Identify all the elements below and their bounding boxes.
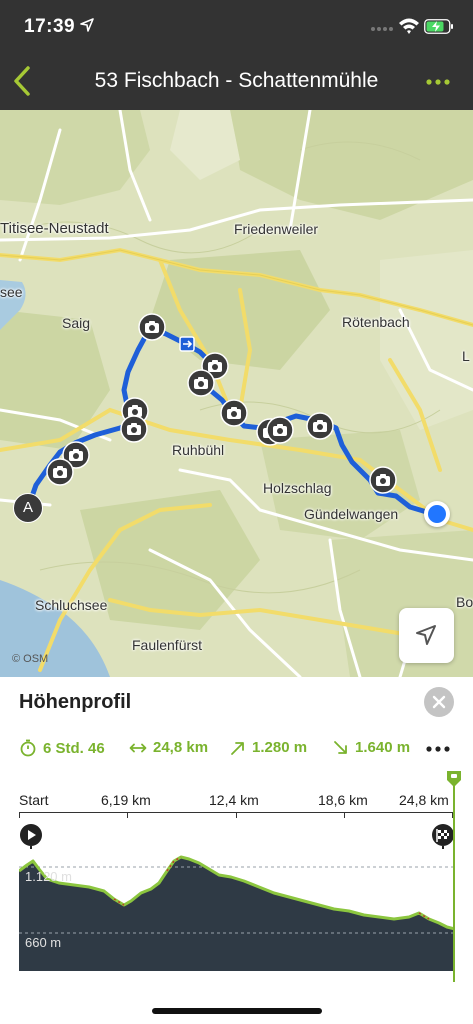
axis-tick	[127, 812, 128, 818]
place-label-saig: Saig	[62, 315, 91, 331]
direction-arrow-icon	[179, 336, 195, 352]
axis-tick	[19, 812, 20, 818]
screen: 17:39 53 Fischbach - Schattenmühle A Tit…	[0, 0, 473, 1024]
status-time: 17:39	[24, 16, 76, 37]
more-dots-icon[interactable]	[424, 739, 452, 759]
elevation-panel: Höhenprofil 6 Std. 46 24,8 km 1.280 m 1.…	[0, 677, 473, 1024]
axis-tick	[236, 812, 237, 818]
panel-title: Höhenprofil	[19, 691, 132, 713]
camera-icon[interactable]	[138, 313, 166, 341]
place-label-bo-edge: Bo	[456, 594, 473, 610]
camera-icon[interactable]	[46, 458, 74, 486]
stat-ascent-value: 1.280 m	[252, 739, 308, 756]
place-label-faulenfuerst: Faulenfürst	[132, 637, 203, 653]
close-button[interactable]	[424, 687, 454, 717]
camera-icon[interactable]	[187, 369, 215, 397]
elevation-chart	[19, 855, 455, 971]
status-bar: 17:39	[0, 0, 473, 52]
elevation-area	[19, 857, 455, 971]
camera-icon[interactable]	[120, 415, 148, 443]
axis-tick	[344, 812, 345, 818]
signal-icon	[371, 27, 393, 31]
home-indicator[interactable]	[152, 1008, 322, 1014]
close-icon	[432, 695, 446, 709]
stat-duration-value: 6 Std. 46	[43, 739, 105, 757]
elevation-lower-label: 660 m	[25, 935, 62, 950]
place-label-see: see	[0, 284, 23, 300]
place-label-holzschlag: Holzschlag	[263, 480, 332, 496]
route-start-marker[interactable]: A	[13, 493, 43, 523]
play-icon[interactable]	[19, 823, 43, 849]
axis-label: 12,4 km	[209, 792, 259, 808]
place-label-titisee: Titisee-Neustadt	[0, 220, 109, 237]
place-label-friedenweiler: Friedenweiler	[234, 221, 319, 237]
stopwatch-icon	[20, 739, 36, 757]
map-view[interactable]: A Titisee-Neustadt Friedenweiler see Sai…	[0, 110, 473, 677]
locate-button[interactable]	[399, 608, 454, 663]
camera-icon[interactable]	[369, 466, 397, 494]
battery-charging-icon	[424, 19, 453, 34]
route-start-label: A	[22, 499, 33, 516]
stat-ascent: 1.280 m	[230, 739, 307, 756]
distance-axis: Start 6,19 km 12,4 km 18,6 km 24,8 km	[19, 790, 455, 810]
place-label-schluchsee: Schluchsee	[35, 597, 108, 613]
camera-icon[interactable]	[306, 412, 334, 440]
current-position-dot	[424, 501, 450, 527]
axis-label: 18,6 km	[318, 792, 368, 808]
page-title: 53 Fischbach - Schattenmühle	[94, 69, 379, 92]
position-slider-line[interactable]	[453, 778, 455, 982]
place-label-ruhbuehl: Ruhbühl	[172, 442, 225, 458]
place-label-l-edge: L	[462, 348, 470, 364]
camera-icon[interactable]	[266, 416, 294, 444]
axis-label: 6,19 km	[101, 792, 151, 808]
elevation-upper-label: 1.120 m	[25, 869, 72, 884]
axis-label: Start	[19, 792, 49, 808]
finish-flag-icon[interactable]	[431, 823, 455, 849]
camera-icon[interactable]	[220, 399, 248, 427]
wifi-icon	[399, 18, 419, 34]
map-attribution[interactable]: © OSM	[12, 653, 48, 665]
place-label-guendelwangen: Gündelwangen	[304, 506, 399, 522]
chevron-left-icon[interactable]	[8, 64, 36, 98]
axis-label: 24,8 km	[399, 792, 449, 808]
distance-icon	[129, 743, 147, 752]
stat-descent: 1.640 m	[333, 739, 410, 756]
descent-icon	[334, 740, 347, 754]
stat-descent-value: 1.640 m	[355, 739, 411, 756]
navigation-arrow-icon	[416, 625, 436, 645]
place-label-roetenbach: Rötenbach	[342, 314, 410, 330]
stat-distance: 24,8 km	[129, 739, 208, 756]
more-dots-icon[interactable]	[422, 70, 454, 94]
elevation-profile[interactable]: 1.120 m 660 m	[19, 823, 455, 971]
slider-handle-icon[interactable]	[445, 770, 463, 788]
nav-bar: 53 Fischbach - Schattenmühle	[0, 52, 473, 110]
location-arrow-icon	[80, 18, 94, 32]
stat-duration: 6 Std. 46	[19, 739, 105, 757]
ascent-icon	[231, 741, 244, 755]
stat-distance-value: 24,8 km	[153, 739, 209, 756]
map-canvas[interactable]	[0, 110, 473, 677]
